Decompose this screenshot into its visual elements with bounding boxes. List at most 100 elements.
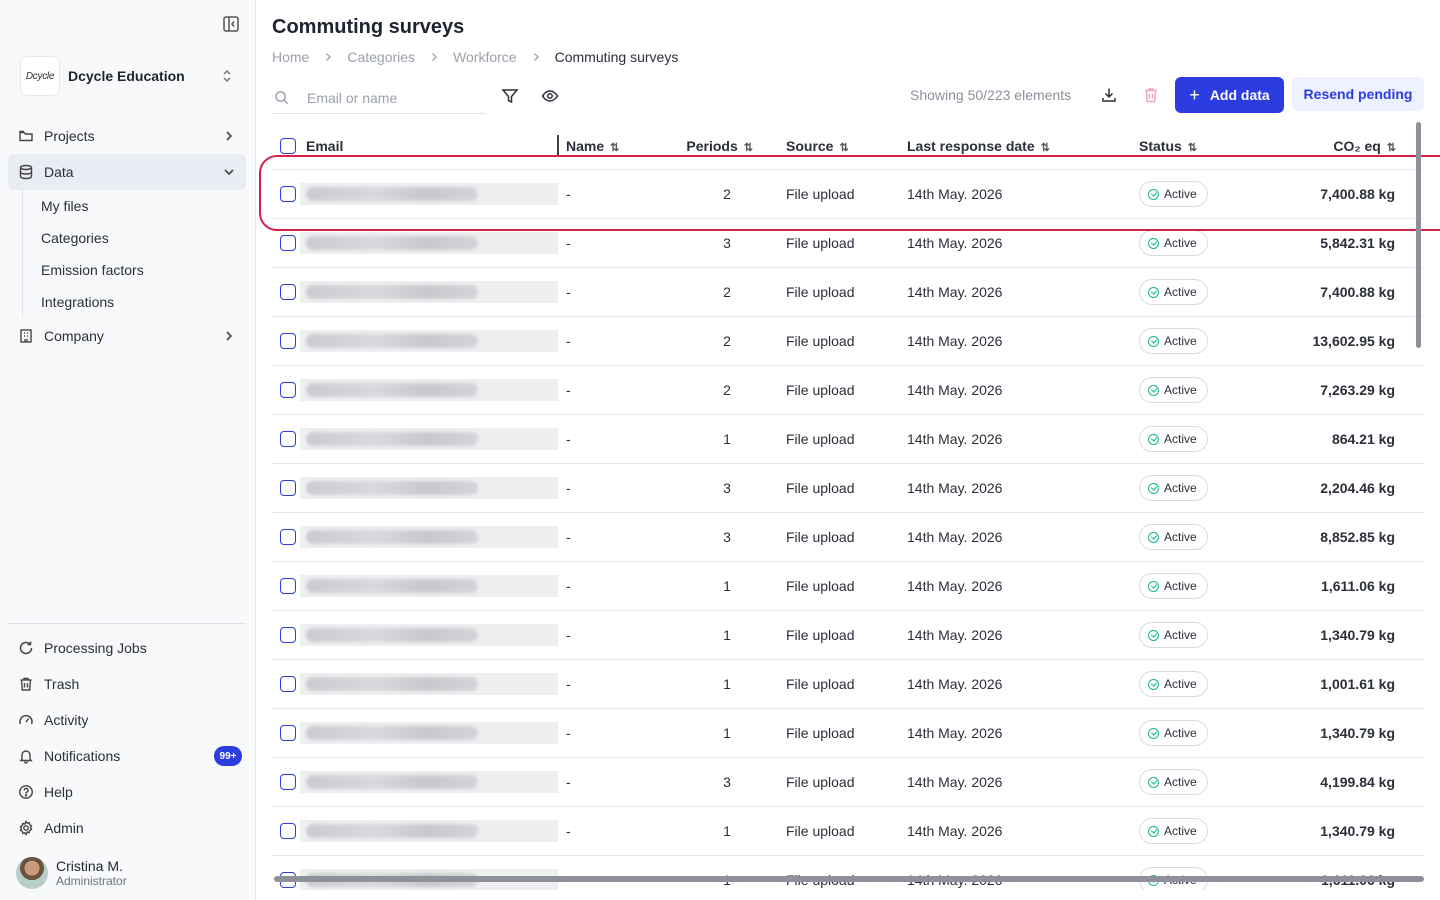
- row-checkbox[interactable]: [280, 480, 296, 496]
- nav-item-trash[interactable]: Trash: [8, 666, 246, 702]
- column-header-co2[interactable]: CO₂ eq ⇅: [1265, 138, 1396, 154]
- table-row[interactable]: - 3 File upload 14th May. 2026 Active 8,852.8…: [272, 513, 1424, 562]
- nav-item-activity[interactable]: Activity: [8, 702, 246, 738]
- column-resize-handle[interactable]: [557, 135, 559, 155]
- user-profile[interactable]: Cristina M. Administrator: [16, 856, 127, 890]
- filter-icon[interactable]: [501, 87, 519, 105]
- row-checkbox[interactable]: [280, 725, 296, 741]
- email-cell-redacted: [300, 526, 558, 548]
- status-badge: Active: [1139, 622, 1208, 648]
- breadcrumb-workforce[interactable]: Workforce: [453, 49, 517, 65]
- sub-item-categories[interactable]: Categories: [23, 222, 246, 254]
- periods-cell: 2: [723, 186, 731, 202]
- table-row[interactable]: - 3 File upload 14th May. 2026 Active 4,199.8…: [272, 758, 1424, 807]
- breadcrumb-home[interactable]: Home: [272, 49, 309, 65]
- date-cell: 14th May. 2026: [907, 284, 1003, 300]
- nav-item-processing-jobs[interactable]: Processing Jobs: [8, 630, 246, 666]
- email-cell-redacted: [300, 183, 558, 205]
- column-header-periods[interactable]: Periods ⇅: [672, 138, 782, 154]
- table-row[interactable]: - 1 File upload 14th May. 2026 Active 1,340.7…: [272, 807, 1424, 856]
- row-checkbox[interactable]: [280, 333, 296, 349]
- row-checkbox[interactable]: [280, 284, 296, 300]
- sort-icon[interactable]: ⇅: [1188, 142, 1197, 154]
- table-row[interactable]: - 1 File upload 14th May. 2026 Active 1,001.6…: [272, 660, 1424, 709]
- building-icon: [20, 329, 32, 343]
- nav-item-admin[interactable]: Admin: [8, 810, 246, 846]
- sort-icon[interactable]: ⇅: [744, 142, 753, 154]
- sort-icon[interactable]: ⇅: [1387, 142, 1396, 154]
- date-cell: 14th May. 2026: [907, 578, 1003, 594]
- table-row[interactable]: - 1 File upload 14th May. 2026 Active 864.21 …: [272, 415, 1424, 464]
- row-checkbox[interactable]: [280, 578, 296, 594]
- vertical-scrollbar[interactable]: [1416, 122, 1421, 348]
- sub-item-my-files[interactable]: My files: [23, 190, 246, 222]
- resend-pending-button[interactable]: Resend pending: [1292, 77, 1424, 111]
- column-header-source[interactable]: Source ⇅: [782, 138, 903, 154]
- table-row[interactable]: - 3 File upload 14th May. 2026 Active 2,204.4…: [272, 464, 1424, 513]
- table-row[interactable]: -1File upload14th May. 2026Active1,611.0…: [272, 562, 1424, 611]
- chevron-right-icon: [226, 131, 233, 141]
- column-header-last-response[interactable]: Last response date ⇅: [903, 138, 1135, 154]
- horizontal-scrollbar[interactable]: [274, 876, 1424, 882]
- row-checkbox[interactable]: [280, 627, 296, 643]
- row-checkbox[interactable]: [280, 774, 296, 790]
- sub-item-integrations[interactable]: Integrations: [23, 286, 246, 318]
- sub-item-emission-factors[interactable]: Emission factors: [23, 254, 246, 286]
- table-row[interactable]: - 1 File upload 14th May. 2026 Active 1,340.7…: [272, 709, 1424, 758]
- breadcrumb-categories[interactable]: Categories: [347, 49, 415, 65]
- nav-item-notifications[interactable]: Notifications 99+: [8, 738, 246, 774]
- eye-icon[interactable]: [541, 87, 559, 105]
- co2-cell: 5,842.31 kg: [1320, 235, 1395, 251]
- table-row[interactable]: - 2 File upload 14th May. 2026 Active 7,400.8…: [272, 268, 1424, 317]
- table-row[interactable]: - 2 File upload 14th May. 2026 Active 13,602.…: [272, 317, 1424, 366]
- column-header-status[interactable]: Status ⇅: [1135, 138, 1265, 154]
- row-checkbox[interactable]: [280, 235, 296, 251]
- nav-item-projects[interactable]: Projects: [8, 118, 246, 154]
- select-all-checkbox[interactable]: [280, 137, 296, 154]
- row-checkbox[interactable]: [280, 431, 296, 447]
- check-circle-icon: [1148, 629, 1159, 641]
- check-circle-icon: [1148, 433, 1159, 445]
- table-row[interactable]: - 2 File upload 14th May. 2026 Active 7,263.2…: [272, 366, 1424, 415]
- nav-item-company[interactable]: Company: [8, 318, 246, 354]
- organization-switcher[interactable]: Dcycle Dcycle Education: [20, 56, 240, 96]
- trash-icon[interactable]: [1142, 86, 1160, 104]
- date-cell: 14th May. 2026: [907, 774, 1003, 790]
- row-checkbox[interactable]: [280, 529, 296, 545]
- redacted-email: [306, 285, 478, 299]
- row-checkbox[interactable]: [280, 823, 296, 839]
- chevron-right-icon: [533, 53, 539, 61]
- plus-icon: +: [1189, 84, 1200, 105]
- status-badge: Active: [1139, 671, 1208, 697]
- table-row[interactable]: - 2 File upload 14th May. 2026 Active 7,400.8…: [272, 170, 1424, 219]
- co2-cell: 8,852.85 kg: [1320, 529, 1395, 545]
- add-data-button[interactable]: + Add data: [1175, 77, 1284, 113]
- database-icon: [19, 164, 33, 180]
- sort-icon[interactable]: ⇅: [1041, 142, 1050, 154]
- row-checkbox[interactable]: [280, 186, 296, 202]
- nav-item-help[interactable]: Help: [8, 774, 246, 810]
- download-icon[interactable]: [1100, 86, 1118, 104]
- column-header-name[interactable]: Name ⇅: [558, 138, 672, 154]
- row-checkbox[interactable]: [280, 676, 296, 692]
- table-row[interactable]: - 3 File upload 14th May. 2026 Active 5,842.3…: [272, 219, 1424, 268]
- search-input[interactable]: [307, 89, 477, 106]
- name-cell: -: [566, 382, 571, 398]
- sidebar-collapse-icon[interactable]: [222, 15, 240, 33]
- date-cell: 14th May. 2026: [907, 823, 1003, 839]
- source-cell: File upload: [786, 823, 855, 839]
- sort-icon[interactable]: ⇅: [610, 142, 619, 154]
- gear-icon: [19, 820, 33, 836]
- table-row[interactable]: -1File upload14th May. 2026Active1,611.0…: [272, 856, 1424, 890]
- row-checkbox[interactable]: [280, 382, 296, 398]
- name-cell: -: [566, 333, 571, 349]
- status-cell: Active: [1135, 475, 1265, 501]
- name-cell: -: [566, 627, 571, 643]
- table-row[interactable]: - 1 File upload 14th May. 2026 Active 1,340.7…: [272, 611, 1424, 660]
- periods-cell: 3: [723, 529, 731, 545]
- column-header-email[interactable]: Email: [300, 122, 558, 169]
- redacted-email: [306, 530, 478, 544]
- nav-item-label: Data: [44, 164, 74, 180]
- nav-item-data[interactable]: Data: [8, 154, 246, 190]
- sort-icon[interactable]: ⇅: [839, 142, 848, 154]
